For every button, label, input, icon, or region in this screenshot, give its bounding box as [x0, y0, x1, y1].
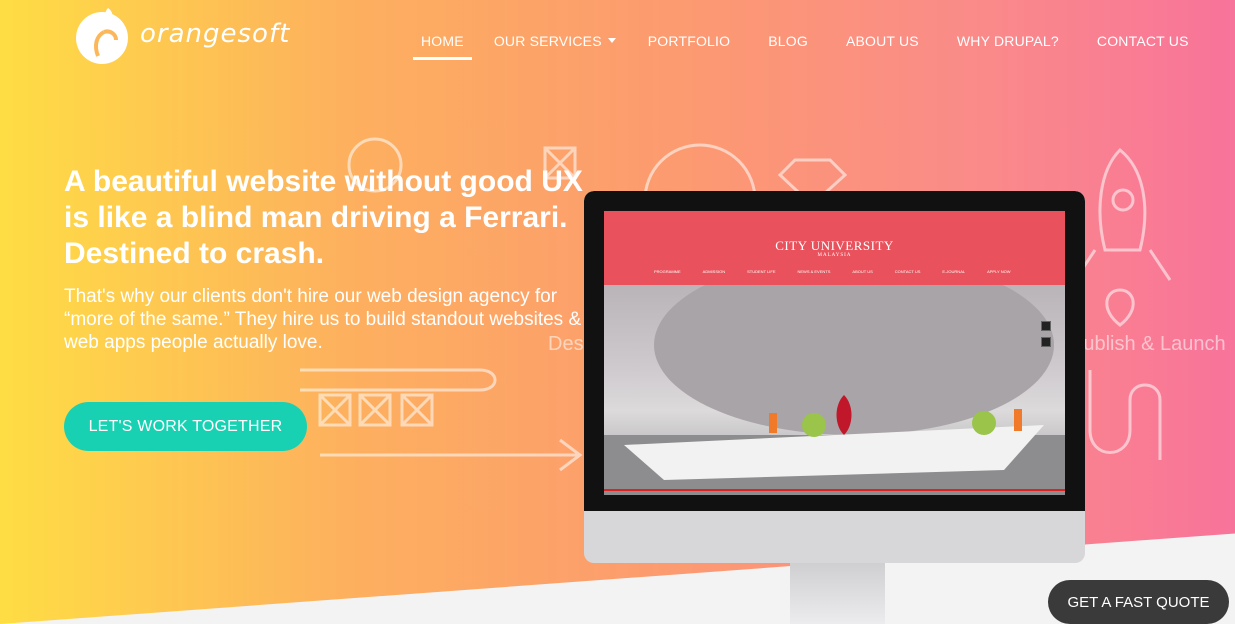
orange-fruit-icon [76, 8, 128, 64]
chat-icon [1041, 321, 1051, 331]
nav-item-label: CONTACT US [1096, 33, 1189, 49]
main-navigation: HOME OUR SERVICES PORTFOLIO BLOG ABOUT U… [413, 0, 1197, 80]
hero-headline: A beautiful website without good UX is l… [64, 165, 583, 270]
get-fast-quote-button[interactable]: GET A FAST QUOTE [1048, 580, 1229, 624]
preview-nav-item: STUDENT LIFE [747, 269, 776, 274]
monitor-screen: CITY UNIVERSITY MALAYSIA PROGRAMME ADMIS… [604, 211, 1065, 495]
monitor-mockup: CITY UNIVERSITY MALAYSIA PROGRAMME ADMIS… [584, 191, 1085, 563]
nav-item-label: HOME [421, 33, 464, 49]
monitor-bezel: CITY UNIVERSITY MALAYSIA PROGRAMME ADMIS… [584, 191, 1085, 511]
background-word-publish: Publish & Launch [1070, 333, 1226, 355]
nav-item-home[interactable]: HOME [413, 33, 472, 60]
nav-item-contact-us[interactable]: CONTACT US [1089, 33, 1197, 60]
nav-item-our-services[interactable]: OUR SERVICES [486, 33, 624, 60]
nav-item-why-drupal[interactable]: WHY DRUPAL? [949, 33, 1067, 60]
nav-item-label: WHY DRUPAL? [956, 33, 1059, 49]
preview-site-header: CITY UNIVERSITY MALAYSIA PROGRAMME ADMIS… [604, 211, 1065, 285]
monitor-stand [790, 563, 885, 624]
preview-photo-illustration [604, 255, 1065, 495]
preview-site-subtitle: MALAYSIA [817, 253, 852, 258]
preview-nav-item: APPLY NOW [987, 269, 1011, 274]
preview-site-nav: PROGRAMME ADMISSION STUDENT LIFE NEWS & … [654, 269, 1033, 274]
preview-nav-item: NEWS & EVENTS [797, 269, 831, 274]
preview-nav-item: ABOUT US [852, 269, 873, 274]
nav-item-label: PORTFOLIO [647, 33, 731, 49]
nav-item-label: BLOG [768, 33, 808, 49]
preview-hero-photo [604, 255, 1065, 495]
preview-nav-item: PROGRAMME [654, 269, 681, 274]
nav-item-about-us[interactable]: ABOUT US [838, 33, 927, 60]
share-icon [1041, 337, 1051, 347]
brand-logo-text: orangesoft [140, 19, 291, 49]
nav-item-portfolio[interactable]: PORTFOLIO [640, 33, 738, 60]
preview-nav-item: E-JOURNAL [942, 269, 966, 274]
chevron-down-icon [607, 37, 616, 43]
hero-subtext: That's why our clients don't hire our we… [64, 286, 582, 353]
lets-work-together-button[interactable]: LET'S WORK TOGETHER [64, 402, 307, 451]
preview-site-title: CITY UNIVERSITY [775, 238, 894, 253]
preview-nav-item: CONTACT US [894, 269, 921, 274]
nav-item-label: ABOUT US [845, 33, 919, 49]
brand-logo[interactable]: orangesoft [70, 2, 290, 66]
nav-item-blog[interactable]: BLOG [760, 33, 816, 60]
nav-item-label: OUR SERVICES [493, 33, 602, 49]
preview-red-line [604, 489, 1065, 491]
preview-nav-item: ADMISSION [702, 269, 726, 274]
